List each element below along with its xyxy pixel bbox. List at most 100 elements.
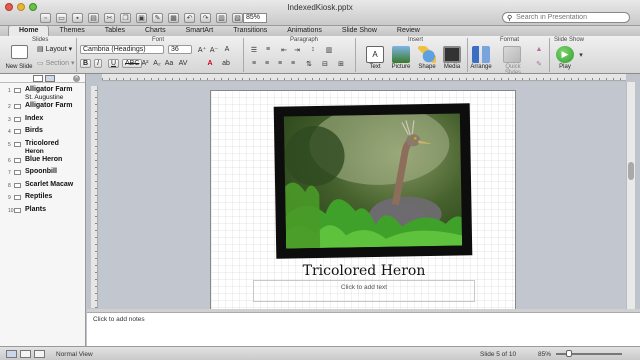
picture-insert-icon[interactable]: ▦: [168, 13, 179, 23]
layout-button[interactable]: ▤ Layout ▾: [35, 45, 74, 54]
align-text-icon[interactable]: ⊟: [320, 59, 330, 68]
outline-item[interactable]: 6 Blue Heron: [0, 156, 85, 169]
undo-icon[interactable]: ↶: [184, 13, 195, 23]
play-label[interactable]: Play: [550, 64, 580, 70]
zoom-field[interactable]: 85%: [243, 13, 267, 23]
open-folder-icon[interactable]: ▭: [56, 13, 67, 23]
heron-photo[interactable]: [283, 113, 463, 249]
clear-formatting-icon[interactable]: A: [222, 45, 232, 54]
slides-view-icon[interactable]: [33, 74, 43, 82]
tab-tables[interactable]: Tables: [95, 26, 135, 36]
justify-icon[interactable]: ≡: [288, 59, 298, 68]
media-icon[interactable]: [443, 46, 461, 63]
media-label[interactable]: Media: [437, 64, 467, 70]
redo-icon[interactable]: ↷: [200, 13, 211, 23]
divider: [243, 38, 244, 72]
shape-outline-icon[interactable]: ✎: [534, 59, 544, 68]
play-icon[interactable]: ▶: [556, 46, 574, 63]
zoom-slider-handle[interactable]: [566, 350, 572, 357]
bullets-icon[interactable]: ☰: [249, 45, 259, 54]
search-box[interactable]: ⚲: [502, 12, 630, 23]
tab-animations[interactable]: Animations: [277, 26, 332, 36]
text-placeholder[interactable]: Click to add text: [253, 280, 475, 302]
outline-view-icon[interactable]: [45, 74, 55, 82]
scroll-thumb[interactable]: [628, 162, 634, 180]
bold-button[interactable]: B: [80, 59, 92, 68]
arrange-icon[interactable]: [472, 46, 490, 63]
underline-button[interactable]: U: [108, 59, 120, 68]
vertical-ruler[interactable]: [91, 86, 98, 308]
line-spacing-icon[interactable]: ↕: [308, 45, 318, 54]
slide-icon: [14, 195, 21, 200]
text-direction-icon[interactable]: ⇅: [304, 59, 314, 68]
superscript-icon[interactable]: A²: [140, 59, 150, 68]
outline-item[interactable]: 4 Birds: [0, 127, 85, 140]
new-document-icon[interactable]: ▫: [40, 13, 51, 23]
grow-font-icon[interactable]: A⁺: [197, 45, 207, 54]
horizontal-ruler[interactable]: [102, 74, 626, 81]
align-right-icon[interactable]: ≡: [275, 59, 285, 68]
font-color-icon[interactable]: A: [205, 59, 215, 68]
font-size-select[interactable]: 36: [168, 45, 192, 54]
picture-frame[interactable]: [273, 103, 473, 259]
arrange-label[interactable]: Arrange: [466, 64, 496, 70]
quick-access-toolbar: ▫ ▭ ▪ ▤ ✂ ❐ ▣ ✎ ▦ ↶ ↷ ▥ ▧: [40, 12, 243, 24]
section-button[interactable]: ▭ Section ▾: [35, 59, 77, 68]
slide-icon: [14, 104, 21, 109]
outline-item-selected[interactable]: 5 Tricolored Heron: [0, 140, 85, 156]
align-left-icon[interactable]: ≡: [249, 59, 259, 68]
vertical-scrollbar[interactable]: [626, 82, 635, 309]
numbering-icon[interactable]: ≡: [263, 45, 273, 54]
italic-button[interactable]: I: [94, 59, 102, 68]
outline-item[interactable]: 7 Spoonbill: [0, 168, 85, 181]
tab-slide-show[interactable]: Slide Show: [332, 26, 387, 36]
font-name-select[interactable]: Cambria (Headings): [80, 45, 164, 54]
close-pane-icon[interactable]: ×: [73, 75, 80, 82]
text-highlight-icon[interactable]: ab: [221, 59, 231, 68]
slide[interactable]: Tricolored Heron Click to add text: [210, 90, 516, 309]
picture-icon[interactable]: [392, 46, 410, 63]
new-slide-icon[interactable]: [11, 45, 28, 59]
text-box-icon[interactable]: A: [366, 46, 384, 63]
tab-transitions[interactable]: Transitions: [223, 26, 277, 36]
tab-themes[interactable]: Themes: [49, 26, 94, 36]
notes-pane[interactable]: Click to add notes: [87, 312, 640, 346]
smartart-convert-icon[interactable]: ⊞: [336, 59, 346, 68]
normal-view-icon[interactable]: [6, 350, 17, 358]
print-icon[interactable]: ▤: [88, 13, 99, 23]
paste-icon[interactable]: ▣: [136, 13, 147, 23]
slide-title[interactable]: Tricolored Heron: [251, 263, 477, 279]
chevron-down-icon[interactable]: ▾: [576, 50, 586, 59]
cut-icon[interactable]: ✂: [104, 13, 115, 23]
save-icon[interactable]: ▪: [72, 13, 83, 23]
outline-item[interactable]: 1 Alligator Farm St. Augustine: [0, 86, 85, 102]
tab-review[interactable]: Review: [387, 26, 430, 36]
slideshow-view-icon[interactable]: [34, 350, 45, 358]
tab-smartart[interactable]: SmartArt: [176, 26, 224, 36]
toolbox-icon[interactable]: ▧: [232, 13, 243, 23]
shrink-font-icon[interactable]: A⁻: [209, 45, 219, 54]
outline-item[interactable]: 2 Alligator Farm: [0, 102, 85, 115]
increase-indent-icon[interactable]: ⇥: [292, 45, 302, 54]
tab-charts[interactable]: Charts: [135, 26, 176, 36]
search-input[interactable]: [516, 14, 617, 21]
subscript-icon[interactable]: A₂: [152, 59, 162, 68]
columns-icon[interactable]: ▥: [324, 45, 334, 54]
copy-icon[interactable]: ❐: [120, 13, 131, 23]
character-spacing-icon[interactable]: AV: [178, 59, 188, 68]
quick-styles-icon[interactable]: [503, 46, 521, 63]
new-slide-label[interactable]: New Slide: [4, 64, 34, 70]
shape-icon[interactable]: [418, 46, 436, 63]
shape-fill-icon[interactable]: ▲: [534, 45, 544, 54]
outline-item[interactable]: 10 Plants: [0, 206, 85, 219]
outline-item[interactable]: 3 Index: [0, 115, 85, 128]
slide-sorter-icon[interactable]: [20, 350, 31, 358]
format-painter-icon[interactable]: ✎: [152, 13, 163, 23]
change-case-icon[interactable]: Aa: [164, 59, 174, 68]
outline-item[interactable]: 9 Reptiles: [0, 193, 85, 206]
decrease-indent-icon[interactable]: ⇤: [279, 45, 289, 54]
gallery-icon[interactable]: ▥: [216, 13, 227, 23]
tab-home[interactable]: Home: [8, 25, 50, 36]
outline-item[interactable]: 8 Scarlet Macaw: [0, 181, 85, 194]
align-center-icon[interactable]: ≡: [262, 59, 272, 68]
